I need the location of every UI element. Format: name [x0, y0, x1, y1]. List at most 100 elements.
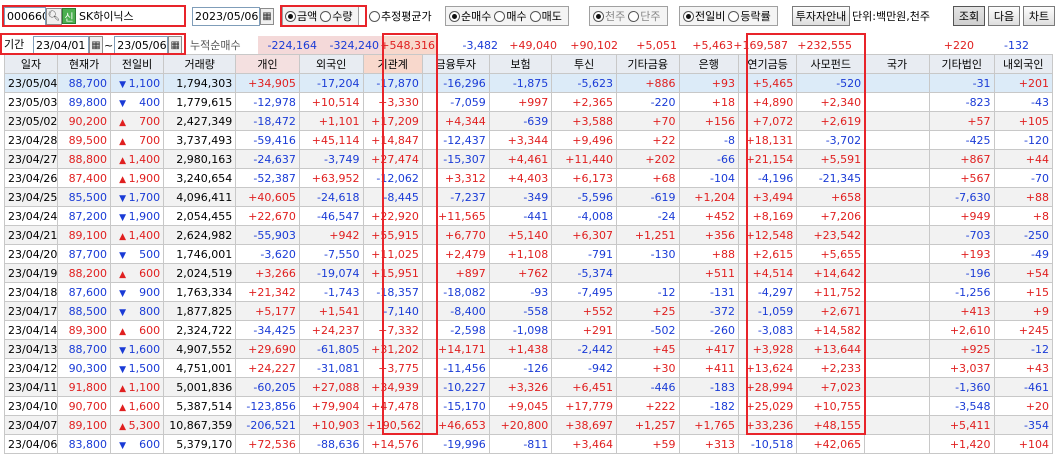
query-button[interactable]: 조회	[953, 6, 985, 26]
table-row[interactable]: 23/04/21 89,100 ▲ 1,400 2,624,982 -55,903 +942…	[3, 225, 1054, 245]
column-header[interactable]: 보험	[488, 54, 553, 74]
column-header[interactable]: 기타법인	[928, 54, 995, 74]
period-from-field[interactable]: 23/04/01	[33, 36, 89, 54]
investor-net-cell: +6,173	[551, 168, 617, 188]
radio-thousand-shares[interactable]: 천주	[593, 8, 625, 24]
investor-net-cell: +7,206	[796, 206, 866, 226]
investor-net-cell: +14,847	[362, 130, 423, 150]
change-cell: ▲ 1,400	[110, 225, 165, 245]
investor-net-cell: +9,496	[551, 130, 617, 150]
estimated-avg-price[interactable]: 추정평균가	[369, 6, 435, 26]
column-header[interactable]: 현재가	[57, 54, 112, 74]
investor-net-cell: +2,615	[737, 244, 798, 264]
investor-net-cell: +12,548	[737, 225, 798, 245]
investor-net-cell: -2,598	[421, 320, 490, 340]
column-header[interactable]: 기관계	[362, 54, 423, 74]
radio-prev-diff[interactable]: 전일비	[683, 8, 725, 24]
table-row[interactable]: 23/04/28 89,500 ▲ 700 3,737,493 -59,416 +45,11…	[3, 130, 1054, 150]
table-row[interactable]: 23/04/13 88,700 ▼ 1,600 4,907,552 +29,690 -61,…	[3, 339, 1054, 359]
investor-net-cell: +47,478	[362, 396, 423, 416]
table-row[interactable]: 23/04/14 89,300 ▲ 600 2,324,722 -34,425 +24,23…	[3, 320, 1054, 340]
table-row[interactable]: 23/04/11 91,800 ▲ 1,100 5,001,836 -60,205 +27,…	[3, 377, 1054, 397]
date-cell: 23/04/07	[3, 415, 59, 435]
column-header[interactable]: 투신	[551, 54, 617, 74]
table-row[interactable]: 23/04/17 88,500 ▼ 800 1,877,825 +5,177 +1,541-…	[3, 301, 1054, 321]
table-row[interactable]: 23/04/06 83,800 ▼ 600 5,379,170 +72,536 -88,63…	[3, 434, 1054, 454]
investor-net-cell: -5,374	[551, 263, 617, 283]
radio-change-rate[interactable]: 등락률	[728, 8, 771, 24]
table-row[interactable]: 23/04/10 90,700 ▲ 1,600 5,387,514 -123,856 +79…	[3, 396, 1054, 416]
table-row[interactable]: 23/04/25 85,500 ▼ 1,700 4,096,411 +40,605 -24,…	[3, 187, 1054, 207]
radio-amount[interactable]: 금액	[285, 8, 317, 24]
change-value: 1,400	[128, 152, 161, 166]
investor-net-cell	[864, 282, 930, 302]
investor-net-cell: -93	[488, 282, 553, 302]
column-header[interactable]: 외국인	[298, 54, 364, 74]
investor-net-cell	[864, 187, 930, 207]
table-row[interactable]: 23/04/27 88,800 ▲ 1,400 2,980,163 -24,637 -3,7…	[3, 149, 1054, 169]
table-row[interactable]: 23/04/07 89,100 ▲ 5,300 10,867,359 -206,521 +1…	[3, 415, 1054, 435]
column-header[interactable]: 연기금등	[737, 54, 798, 74]
table-row[interactable]: 23/04/19 88,200 ▲ 600 2,024,519 +3,266 -19,074…	[3, 263, 1054, 283]
calendar-icon[interactable]: ▦	[89, 36, 103, 54]
column-header[interactable]: 거래량	[163, 54, 237, 74]
investor-net-cell: -446	[615, 377, 680, 397]
radio-dot	[369, 10, 380, 22]
price-cell: 87,400	[57, 168, 112, 188]
radio-sell[interactable]: 매도	[529, 8, 562, 24]
investor-net-cell: +949	[928, 206, 995, 226]
investor-net-cell: -1,059	[737, 301, 798, 321]
table-row[interactable]: 23/04/24 87,200 ▼ 1,900 2,054,455 +22,670 -46,…	[3, 206, 1054, 226]
investor-net-cell: +25	[615, 301, 680, 321]
search-icon[interactable]: 🔍︎	[46, 7, 62, 25]
investor-net-cell: +3,037	[928, 358, 995, 378]
column-header[interactable]: 기타금융	[615, 54, 680, 74]
column-header[interactable]: 내외국인	[993, 54, 1054, 74]
table-row[interactable]: 23/04/26 87,400 ▲ 1,900 3,240,654 -52,387 +63,…	[3, 168, 1054, 188]
stock-code-input[interactable]: 000660	[4, 6, 46, 26]
column-header[interactable]: 은행	[678, 54, 739, 74]
price-cell: 90,200	[57, 111, 112, 131]
volume-cell: 1,763,334	[163, 282, 237, 302]
investor-net-cell: +4,344	[421, 111, 490, 131]
column-header[interactable]: 일자	[3, 54, 59, 74]
new-badge[interactable]: 신	[62, 8, 76, 24]
calendar-icon[interactable]: ▦	[168, 36, 183, 54]
radio-quantity[interactable]: 수량	[320, 8, 353, 24]
radio-buy[interactable]: 매수	[494, 8, 527, 24]
table-row[interactable]: 23/04/12 90,300 ▼ 1,500 4,751,001 +24,227 -31,…	[3, 358, 1054, 378]
column-header[interactable]: 국가	[864, 54, 930, 74]
chart-button[interactable]: 차트	[1023, 6, 1055, 26]
column-header[interactable]: 사모펀드	[796, 54, 866, 74]
change-value: 5,300	[128, 418, 161, 432]
investor-net-cell: -18,357	[362, 282, 423, 302]
calendar-icon[interactable]: ▦	[260, 7, 274, 25]
table-row[interactable]: 23/05/03 89,800 ▼ 400 1,779,615 -12,978 +10,51…	[3, 92, 1054, 112]
table-row[interactable]: 23/04/18 87,600 ▼ 900 1,763,334 +21,342 -1,743…	[3, 282, 1054, 302]
change-value: 600	[139, 437, 161, 451]
table-row[interactable]: 23/05/02 90,200 ▲ 700 2,427,349 -18,472 +1,101…	[3, 111, 1054, 131]
investor-net-cell: +15,951	[362, 263, 423, 283]
investor-net-cell: -10,518	[737, 434, 798, 454]
investor-net-cell: +313	[678, 434, 739, 454]
investor-net-cell: +79,904	[298, 396, 364, 416]
date-cell: 23/04/14	[3, 320, 59, 340]
column-header[interactable]: 전일비	[110, 54, 165, 74]
investor-net-cell: +1,420	[928, 434, 995, 454]
investor-net-cell: +88	[993, 187, 1054, 207]
next-button[interactable]: 다음	[988, 6, 1020, 26]
investor-net-cell: +1,765	[678, 415, 739, 435]
down-triangle-icon: ▼	[119, 212, 127, 223]
investor-trend-table: 일자 현재가 전일비 거래량 개인 외국인 기관계 금융투자 보험 투신 기타금융 은행 연기금등 사모펀…	[3, 54, 1054, 454]
investor-info-button[interactable]: 투자자안내	[792, 6, 850, 26]
table-row[interactable]: 23/04/20 87,700 ▼ 500 1,746,001 -3,620 -7,550 +…	[3, 244, 1054, 264]
date-field[interactable]: 2023/05/06	[192, 6, 260, 26]
date-cell: 23/05/02	[3, 111, 59, 131]
column-header[interactable]: 금융투자	[421, 54, 490, 74]
period-to-field[interactable]: 23/05/06	[114, 36, 169, 54]
radio-net-buy[interactable]: 순매수	[449, 8, 491, 24]
radio-single-shares[interactable]: 단주	[628, 8, 661, 24]
table-row[interactable]: 23/05/04 88,700 ▼ 1,100 1,794,303 +34,905 -17,…	[3, 73, 1054, 93]
change-value: 1,900	[128, 209, 161, 223]
column-header[interactable]: 개인	[235, 54, 300, 74]
